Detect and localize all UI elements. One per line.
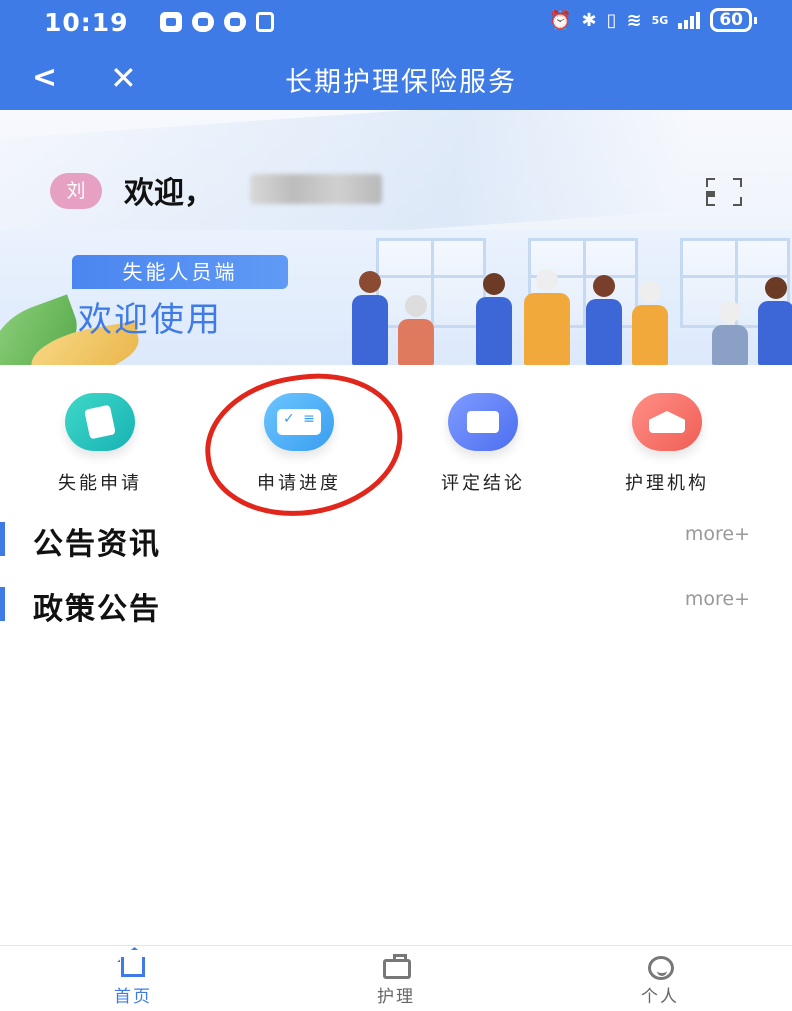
briefcase-icon: [378, 954, 414, 980]
network-type: 5G: [651, 13, 669, 27]
tab-label: 个人: [641, 987, 679, 1007]
status-time: 10:19: [44, 8, 129, 37]
more-link[interactable]: more+: [685, 523, 750, 545]
hero-section: 刘 欢迎， 失能人员端 欢迎使用: [0, 110, 792, 365]
more-link[interactable]: more+: [685, 588, 750, 610]
alarm-icon: ⏰: [549, 9, 572, 31]
hand-phone-icon: [65, 393, 135, 451]
user-name-redacted: [250, 174, 382, 204]
caregiver-illustration: [586, 275, 622, 365]
elder-illustration: [632, 281, 668, 365]
banner-headline: 欢迎使用: [78, 300, 222, 340]
face-icon: [642, 954, 678, 980]
elder-illustration: [524, 269, 570, 365]
section-policy: 政策公告 more+: [0, 584, 792, 627]
caregiver-illustration: [352, 271, 388, 365]
signal-icon: [678, 11, 701, 29]
welcome-banner[interactable]: 失能人员端 欢迎使用: [0, 230, 792, 365]
message-notification-icon: [224, 12, 246, 32]
action-care-institution[interactable]: 护理机构: [597, 393, 737, 495]
wifi-icon: ≋: [626, 9, 642, 31]
notification-icons: [160, 12, 274, 32]
scan-icon[interactable]: [706, 178, 742, 206]
home-icon: [115, 954, 151, 980]
bottom-tab-bar: 首页 护理 个人: [0, 945, 792, 1011]
section-accent-bar: [0, 587, 5, 621]
banner-tag: 失能人员端: [72, 255, 288, 289]
elder-illustration: [712, 301, 748, 365]
action-label: 失能申请: [58, 473, 142, 494]
section-accent-bar: [0, 522, 5, 556]
annotation-circle: [196, 361, 412, 529]
tab-home[interactable]: 首页: [73, 954, 193, 1007]
elder-illustration: [398, 295, 434, 365]
section-title: 公告资讯: [33, 527, 161, 562]
avatar[interactable]: 刘: [50, 173, 102, 209]
app-notification-icon: [160, 12, 182, 32]
caregiver-illustration: [476, 273, 512, 365]
bluetooth-icon: ✱: [581, 9, 597, 31]
building-icon: [632, 393, 702, 451]
action-label: 护理机构: [625, 473, 709, 494]
document-tray-icon: [448, 393, 518, 451]
tab-label: 首页: [114, 987, 152, 1007]
system-status-icons: ⏰ ✱ ▯ ≋ 5G 60: [549, 8, 757, 32]
section-title: 政策公告: [33, 592, 161, 627]
tab-label: 护理: [377, 987, 415, 1007]
chat-notification-icon: [192, 12, 214, 32]
battery-icon: 60: [710, 8, 757, 32]
tab-care[interactable]: 护理: [336, 954, 456, 1007]
action-disability-application[interactable]: 失能申请: [30, 393, 170, 495]
section-announcements: 公告资讯 more+: [0, 519, 792, 562]
nfc-icon: [256, 12, 274, 32]
caregiver-illustration: [758, 277, 792, 365]
app-header: 10:19 ⏰ ✱ ▯ ≋ 5G 60 < ✕ 长期护理保险服务: [0, 0, 792, 110]
vibrate-icon: ▯: [606, 9, 617, 31]
tab-personal[interactable]: 个人: [600, 954, 720, 1007]
page-title: 长期护理保险服务: [285, 67, 517, 98]
welcome-text: 欢迎，: [124, 176, 214, 211]
action-label: 评定结论: [441, 473, 525, 494]
action-assessment-result[interactable]: 评定结论: [413, 393, 553, 495]
